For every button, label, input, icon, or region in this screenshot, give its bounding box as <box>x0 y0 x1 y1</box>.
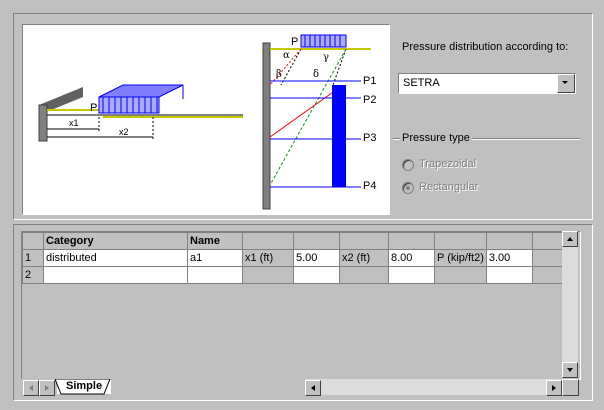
row-header[interactable]: 2 <box>22 266 44 284</box>
distribution-label: Pressure distribution according to: <box>402 41 569 53</box>
column-header[interactable]: Category <box>43 232 188 250</box>
tab-next-button[interactable] <box>39 380 55 396</box>
cell-value[interactable]: 8.00 <box>388 249 435 267</box>
tab-simple-label: Simple <box>66 380 103 392</box>
section-load <box>300 34 347 48</box>
p-left-label: P <box>90 102 97 114</box>
table-row: 2 <box>22 266 574 284</box>
row-header[interactable]: 1 <box>22 249 44 267</box>
horizontal-scrollbar[interactable] <box>305 379 562 396</box>
p3-label: P3 <box>363 132 376 144</box>
column-header[interactable] <box>293 232 340 250</box>
cell-value[interactable] <box>485 266 533 284</box>
cell-name[interactable]: a1 <box>187 249 243 267</box>
tab-simple[interactable]: Simple <box>55 379 111 395</box>
gamma-label: γ <box>323 52 329 63</box>
wall <box>38 104 48 142</box>
cell-value[interactable]: 3.00 <box>485 249 533 267</box>
corner-cell <box>22 232 44 250</box>
radio-selected-dot <box>406 186 410 190</box>
alpha-label: α <box>283 50 290 61</box>
load-diagram-svg: P x1 x2 P α β γ δ P1 P2 P3 P4 <box>38 34 376 210</box>
scroll-down-button[interactable] <box>562 362 578 378</box>
grid-table: Category Name 1 distributed a1 x1 (ft) 5… <box>22 232 574 284</box>
cell-label: P (kip/ft2) <box>434 249 487 267</box>
cell-category[interactable] <box>43 266 188 284</box>
radio-trapezoidal-label: Trapezoidal <box>419 158 477 170</box>
p-right-label: P <box>291 36 298 48</box>
delta-label: δ <box>313 69 319 80</box>
distribution-combobox[interactable]: SETRA <box>398 73 576 94</box>
x1-label: x1 <box>69 118 79 128</box>
size-grip <box>562 379 579 396</box>
column-header[interactable] <box>242 232 294 250</box>
column-header[interactable] <box>388 232 435 250</box>
cell-label <box>242 266 294 284</box>
pressure-type-group <box>393 138 580 205</box>
chevron-left-icon <box>311 385 315 391</box>
scroll-right-button[interactable] <box>546 380 562 396</box>
cell-value[interactable] <box>388 266 435 284</box>
p4-label: P4 <box>363 180 376 192</box>
dropdown-button[interactable] <box>557 74 575 93</box>
distribution-value: SETRA <box>403 77 440 89</box>
column-header[interactable] <box>434 232 487 250</box>
column-header[interactable] <box>339 232 389 250</box>
pressure-block <box>332 85 346 187</box>
p2-label: P2 <box>363 94 376 106</box>
column-header[interactable]: Name <box>187 232 243 250</box>
cell-label <box>339 266 389 284</box>
chevron-right-icon <box>552 385 556 391</box>
vertical-scrollbar[interactable] <box>562 231 578 378</box>
load-diagram: P x1 x2 P α β γ δ P1 P2 P3 P4 <box>22 24 390 215</box>
cell-label: x1 (ft) <box>242 249 294 267</box>
pressure-type-label: Pressure type <box>400 132 472 144</box>
x2-label: x2 <box>119 127 129 137</box>
column-header[interactable] <box>485 232 533 250</box>
chevron-left-icon <box>29 385 33 391</box>
beta-label: β <box>276 69 282 80</box>
cell-name[interactable] <box>187 266 243 284</box>
grid-header-row: Category Name <box>22 232 574 250</box>
table-row: 1 distributed a1 x1 (ft) 5.00 x2 (ft) 8.… <box>22 249 574 267</box>
chevron-down-icon <box>567 368 573 372</box>
p1-label: P1 <box>363 75 376 87</box>
chevron-down-icon <box>562 81 568 84</box>
cell-label: x2 (ft) <box>339 249 389 267</box>
load-front <box>98 96 160 114</box>
cell-label <box>434 266 487 284</box>
load-top <box>98 84 184 98</box>
cell-value[interactable]: 5.00 <box>293 249 340 267</box>
radio-rectangular-circle[interactable] <box>402 182 414 194</box>
radio-trapezoidal-circle[interactable] <box>402 159 414 171</box>
scroll-up-button[interactable] <box>562 231 578 247</box>
scroll-left-button[interactable] <box>305 380 321 396</box>
cell-category[interactable]: distributed <box>43 249 188 267</box>
tab-first-button[interactable] <box>23 380 39 396</box>
gamma-line <box>332 48 347 86</box>
cell-value[interactable] <box>293 266 340 284</box>
radio-rectangular-label: Rectangular <box>419 181 479 193</box>
data-grid: Category Name 1 distributed a1 x1 (ft) 5… <box>21 231 581 380</box>
chevron-right-icon <box>45 385 49 391</box>
chevron-up-icon <box>567 237 573 241</box>
section-wall <box>262 42 271 210</box>
